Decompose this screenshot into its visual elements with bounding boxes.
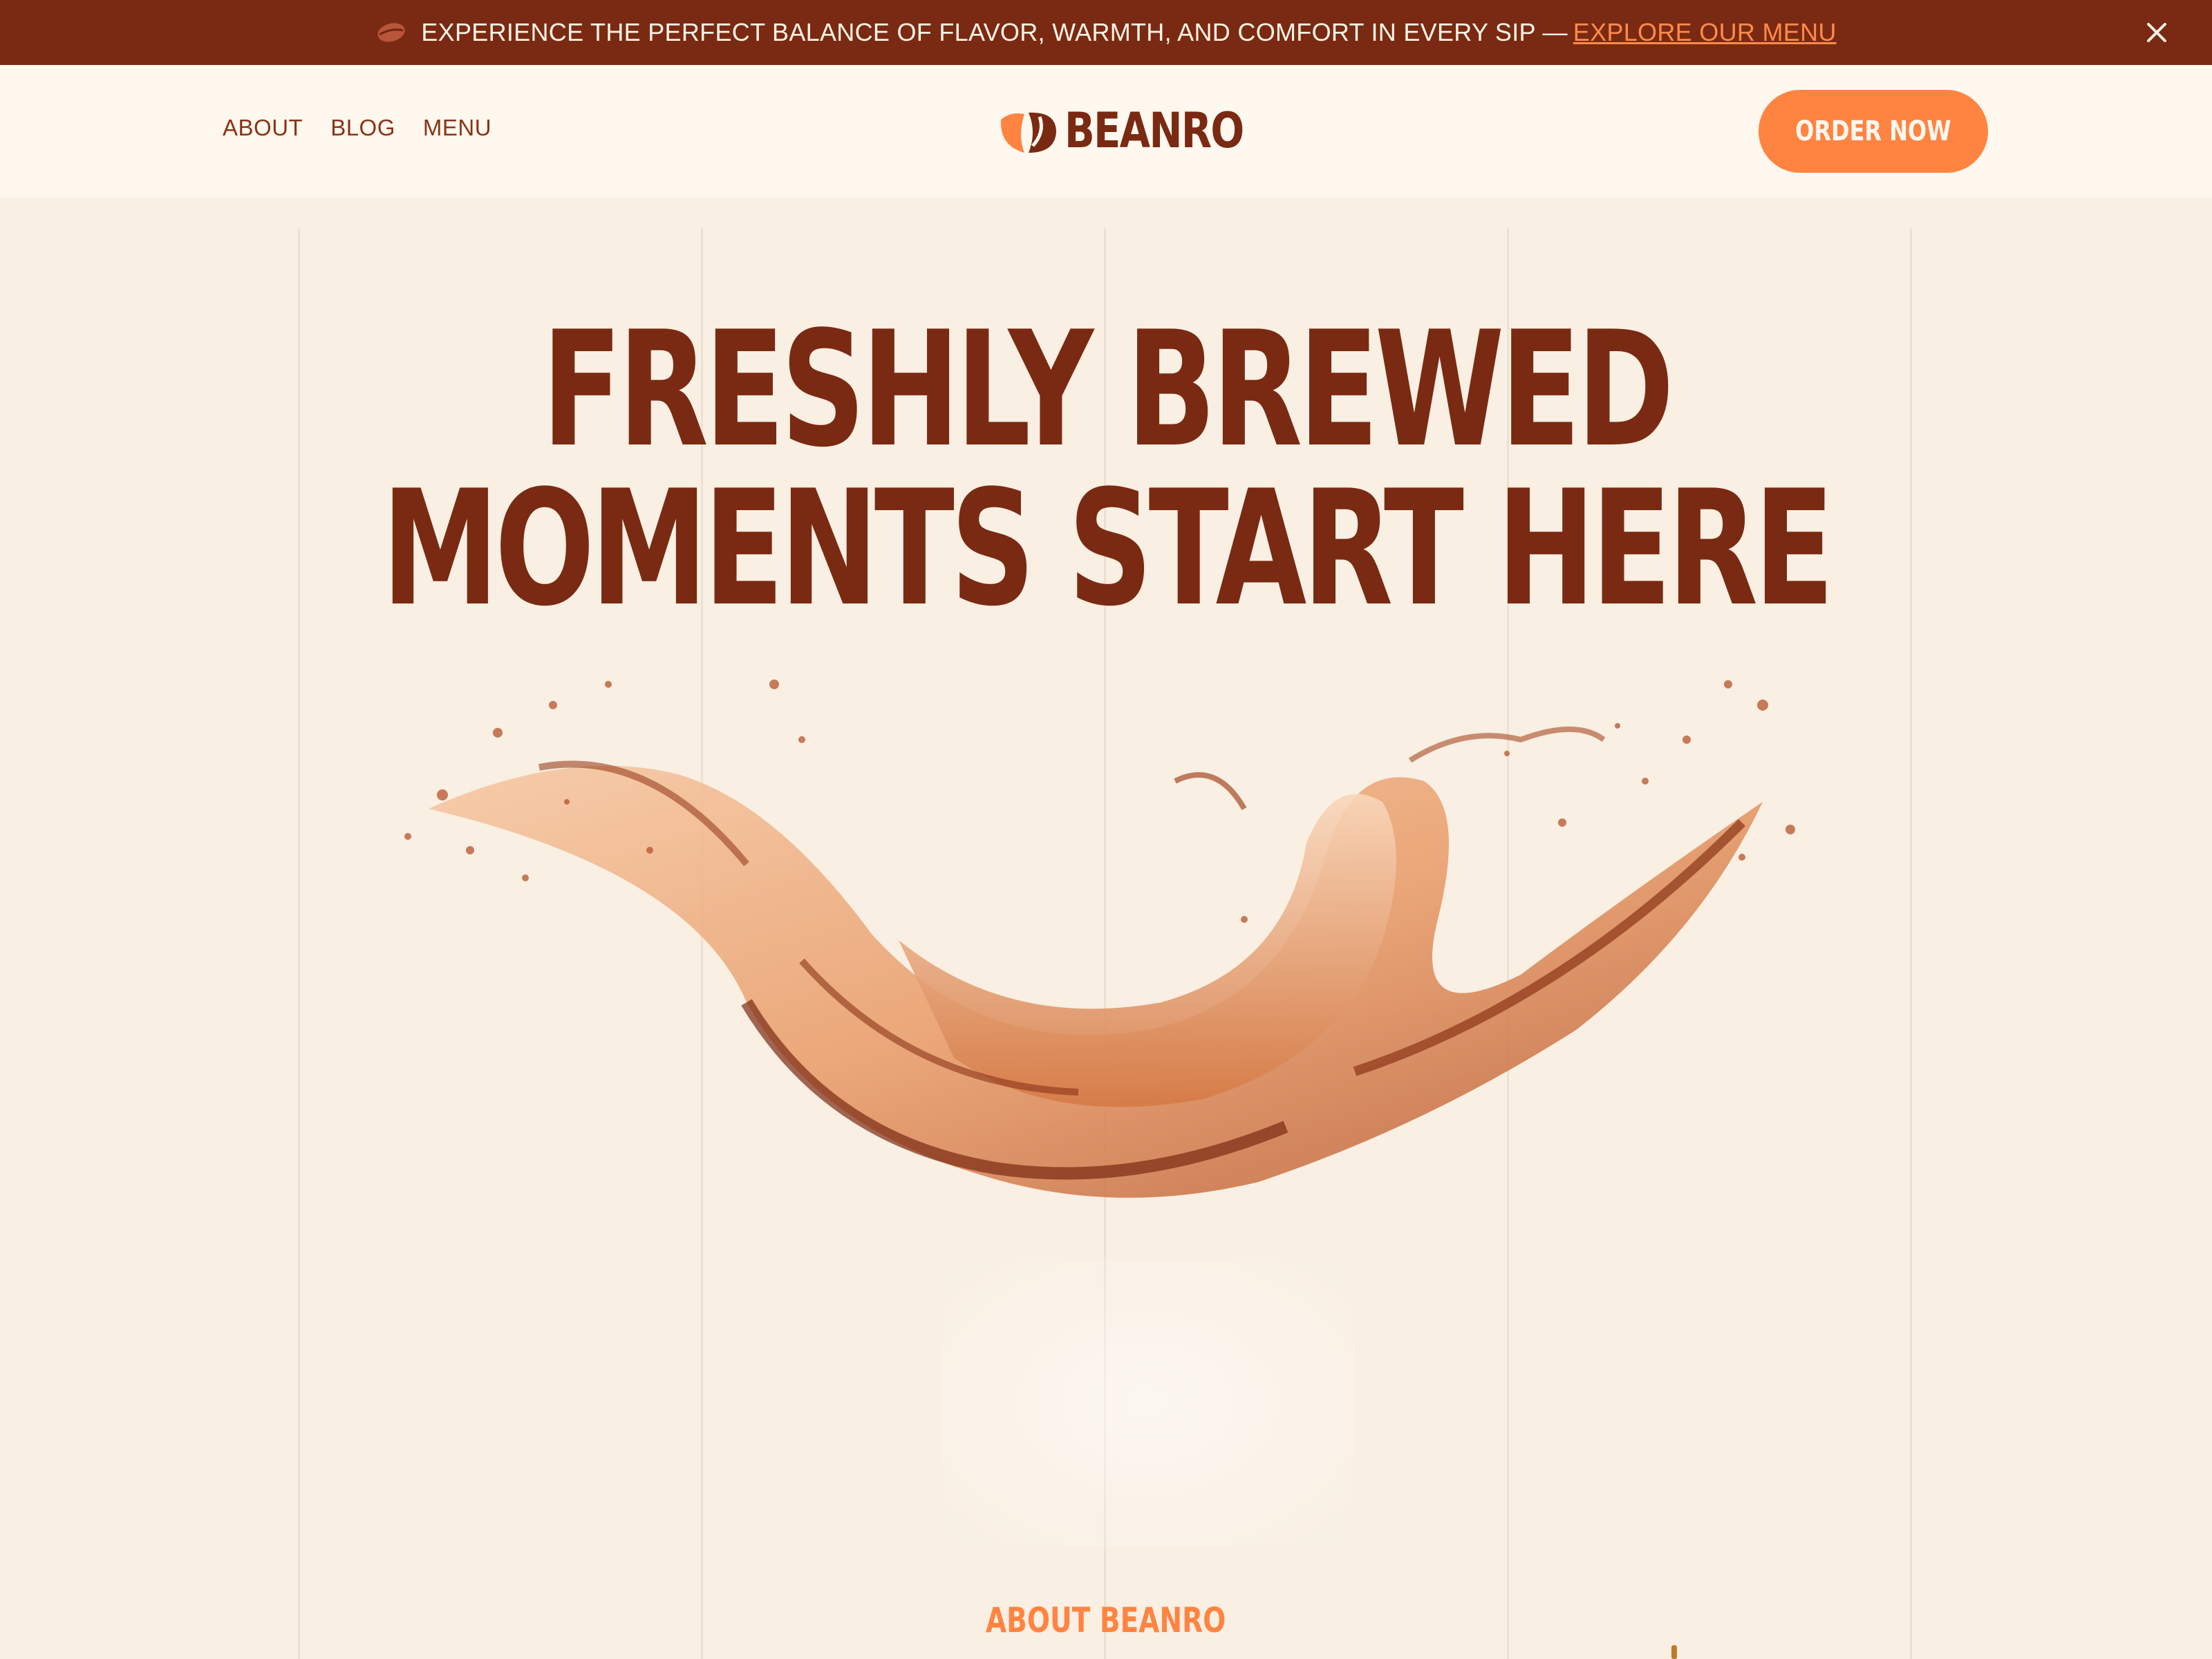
coffee-bean-icon	[375, 21, 407, 44]
logo[interactable]: BEANRO	[997, 102, 1282, 159]
announcement-bar: EXPERIENCE THE PERFECT BALANCE OF FLAVOR…	[0, 0, 2212, 65]
order-now-label: ORDER NOW	[1795, 115, 1951, 147]
order-now-button[interactable]: ORDER NOW	[1759, 90, 1988, 173]
section-label: ABOUT BEANRO	[0, 1600, 2212, 1640]
explore-menu-link[interactable]: EXPLORE OUR MENU	[1573, 18, 1837, 47]
close-icon[interactable]	[2143, 19, 2171, 46]
headline-line-2: MOMENTS START HERE	[382, 457, 1834, 641]
logo-text: BEANRO	[1065, 102, 1244, 159]
about-label: ABOUT BEANRO	[986, 1600, 1226, 1640]
straw-fragment	[1671, 1645, 1677, 1659]
coffee-splash-image	[404, 679, 1795, 1198]
nav-item-about[interactable]: ABOUT	[223, 115, 303, 141]
announcement-text: EXPERIENCE THE PERFECT BALANCE OF FLAVOR…	[421, 18, 1568, 46]
hero-headline: FRESHLY BREWED MOMENTS START HERE	[0, 311, 2212, 629]
nav-item-menu[interactable]: MENU	[423, 115, 491, 141]
cup-image-faded	[940, 1258, 1355, 1548]
main-nav: ABOUT BLOG MENU	[223, 115, 491, 141]
headline-line-1: FRESHLY BREWED	[541, 298, 1674, 482]
logo-bean-icon	[1000, 112, 1056, 153]
nav-item-blog[interactable]: BLOG	[330, 115, 395, 141]
site-header: ABOUT BLOG MENU BEANRO ORDER NOW	[0, 65, 2212, 198]
